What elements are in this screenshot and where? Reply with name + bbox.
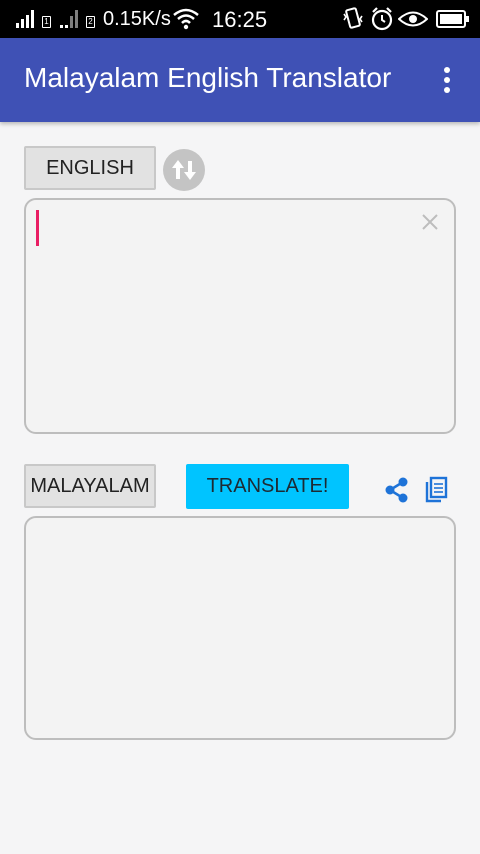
translate-button[interactable]: TRANSLATE! <box>186 464 349 509</box>
source-text-input[interactable] <box>42 208 412 248</box>
close-icon[interactable] <box>420 212 440 232</box>
copy-icon[interactable] <box>424 476 448 504</box>
eye-comfort-icon <box>398 11 428 27</box>
sim2-icon: 2 <box>86 16 95 28</box>
text-cursor <box>36 210 39 246</box>
vibrate-icon <box>343 7 363 29</box>
translation-output-area <box>24 516 456 740</box>
share-icon[interactable] <box>384 477 410 503</box>
signal-strength-icon <box>60 10 78 28</box>
battery-icon <box>436 10 469 28</box>
status-bar: 1 2 0.15K/s 16:25 <box>0 0 480 38</box>
swap-vertical-icon <box>172 160 196 180</box>
clock: 16:25 <box>212 7 268 32</box>
app-bar: Malayalam English Translator <box>0 38 480 122</box>
network-speed: 0.15K/s <box>103 8 171 30</box>
signal-strength-icon <box>16 10 34 28</box>
wifi-icon <box>173 8 199 30</box>
swap-languages-button[interactable] <box>163 149 205 191</box>
sim1-icon: 1 <box>42 16 51 28</box>
alarm-icon <box>371 7 393 31</box>
app-title: Malayalam English Translator <box>24 62 392 93</box>
target-language-button[interactable]: MALAYALAM <box>24 464 156 508</box>
source-language-button[interactable]: ENGLISH <box>24 146 156 190</box>
more-vert-icon[interactable] <box>436 64 458 96</box>
source-text-area[interactable] <box>24 198 456 434</box>
